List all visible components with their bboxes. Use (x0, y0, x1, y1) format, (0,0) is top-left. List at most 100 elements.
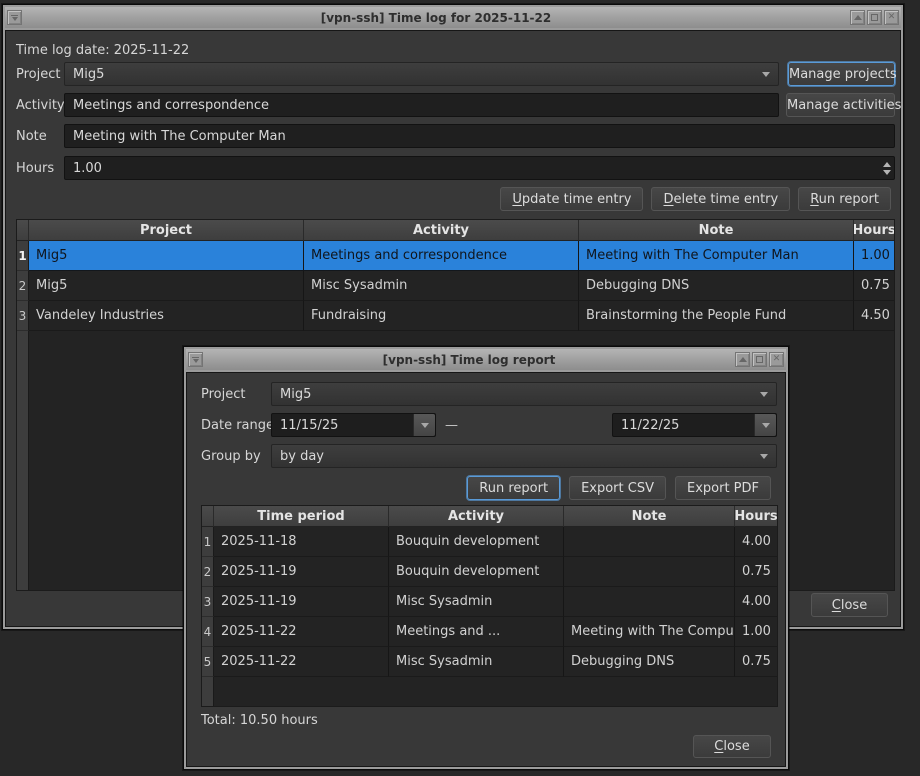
header-project[interactable]: Project (29, 220, 304, 241)
cell-activity[interactable]: Bouquin development (389, 557, 564, 587)
header-activity[interactable]: Activity (389, 506, 564, 527)
table-row[interactable]: 2 Mig5 Misc Sysadmin Debugging DNS 0.75 (17, 271, 894, 301)
shade-icon[interactable] (735, 352, 750, 367)
cell-activity[interactable]: Fundraising (304, 301, 579, 331)
maximize-icon[interactable] (867, 10, 882, 25)
date-range-separator: — (445, 418, 458, 433)
header-activity[interactable]: Activity (304, 220, 579, 241)
cell-project[interactable]: Mig5 (29, 271, 304, 301)
row-number[interactable]: 4 (202, 617, 214, 647)
cell-hours[interactable]: 1.00 (735, 617, 777, 647)
main-close-button[interactable]: Close (811, 593, 888, 617)
close-icon[interactable]: ✕ (769, 352, 784, 367)
cell-note[interactable] (564, 587, 735, 617)
dialog-titlebar: [vpn-ssh] Time log report ✕ (186, 349, 786, 370)
cell-project[interactable]: Mig5 (29, 241, 304, 271)
chevron-down-icon (760, 392, 768, 397)
row-number[interactable]: 1 (202, 527, 214, 557)
cell-hours[interactable]: 4.00 (735, 527, 777, 557)
date-to-dropdown-button[interactable] (754, 414, 776, 436)
row-number[interactable]: 5 (202, 647, 214, 677)
cell-hours[interactable]: 0.75 (854, 271, 894, 301)
header-hours[interactable]: Hours (854, 220, 894, 241)
row-number[interactable]: 3 (202, 587, 214, 617)
dialog-title: [vpn-ssh] Time log report (205, 353, 733, 367)
cell-activity[interactable]: Meetings and ... (389, 617, 564, 647)
date-from-dropdown-button[interactable] (413, 414, 435, 436)
report-table-row[interactable]: 5 2025-11-22 Misc Sysadmin Debugging DNS… (202, 647, 777, 677)
shade-icon[interactable] (850, 10, 865, 25)
activity-label: Activity (16, 98, 65, 113)
cell-note[interactable]: Debugging DNS (564, 647, 735, 677)
activity-input[interactable] (64, 93, 779, 117)
row-number[interactable]: 3 (17, 301, 29, 331)
cell-time-period[interactable]: 2025-11-18 (214, 527, 389, 557)
report-project-combobox[interactable]: Mig5 (271, 382, 777, 406)
cell-note[interactable]: Meeting with The Computer Man (579, 241, 854, 271)
table-row[interactable]: 3 Vandeley Industries Fundraising Brains… (17, 301, 894, 331)
group-by-label: Group by (201, 449, 261, 464)
total-hours-label: Total: 10.50 hours (201, 713, 318, 728)
report-table-row[interactable]: 1 2025-11-18 Bouquin development 4.00 (202, 527, 777, 557)
cell-activity[interactable]: Misc Sysadmin (389, 587, 564, 617)
cell-time-period[interactable]: 2025-11-19 (214, 557, 389, 587)
run-report-button[interactable]: Run report (798, 187, 891, 211)
manage-activities-button[interactable]: Manage activities (786, 93, 895, 117)
cell-project[interactable]: Vandeley Industries (29, 301, 304, 331)
header-note[interactable]: Note (564, 506, 735, 527)
hours-input[interactable] (64, 156, 895, 180)
cell-note[interactable] (564, 527, 735, 557)
row-number[interactable]: 2 (202, 557, 214, 587)
time-log-date-label: Time log date: 2025-11-22 (16, 43, 189, 58)
cell-activity[interactable]: Misc Sysadmin (304, 271, 579, 301)
maximize-icon[interactable] (752, 352, 767, 367)
cell-time-period[interactable]: 2025-11-19 (214, 587, 389, 617)
cell-note[interactable]: Brainstorming the People Fund (579, 301, 854, 331)
spin-up-icon[interactable] (883, 162, 891, 167)
dialog-action-buttons: Run report Export CSV Export PDF (467, 476, 771, 500)
cell-hours[interactable]: 4.00 (735, 587, 777, 617)
report-project-label: Project (201, 387, 245, 402)
table-row[interactable]: 1 Mig5 Meetings and correspondence Meeti… (17, 241, 894, 271)
cell-activity[interactable]: Misc Sysadmin (389, 647, 564, 677)
project-combobox[interactable]: Mig5 (64, 62, 779, 86)
header-hours[interactable]: Hours (735, 506, 777, 527)
main-action-buttons: Update time entry Delete time entry Run … (500, 187, 891, 211)
row-number[interactable]: 2 (17, 271, 29, 301)
cell-hours[interactable]: 1.00 (854, 241, 894, 271)
window-menu-icon[interactable] (188, 352, 203, 367)
group-by-combobox[interactable]: by day (271, 444, 777, 468)
report-table-row[interactable]: 3 2025-11-19 Misc Sysadmin 4.00 (202, 587, 777, 617)
row-number[interactable]: 1 (17, 241, 29, 271)
cell-hours[interactable]: 0.75 (735, 557, 777, 587)
report-results-table: Time period Activity Note Hours 1 2025-1… (201, 505, 778, 707)
cell-activity[interactable]: Meetings and correspondence (304, 241, 579, 271)
close-icon[interactable]: ✕ (884, 10, 899, 25)
delete-time-entry-button[interactable]: Delete time entry (651, 187, 790, 211)
date-to-field[interactable]: 11/22/25 (612, 413, 777, 437)
report-table-row[interactable]: 2 2025-11-19 Bouquin development 0.75 (202, 557, 777, 587)
dialog-close-button[interactable]: Close (693, 735, 771, 758)
cell-note[interactable] (564, 557, 735, 587)
cell-hours[interactable]: 0.75 (735, 647, 777, 677)
date-from-field[interactable]: 11/15/25 (271, 413, 436, 437)
update-time-entry-button[interactable]: Update time entry (500, 187, 643, 211)
cell-activity[interactable]: Bouquin development (389, 527, 564, 557)
header-time-period[interactable]: Time period (214, 506, 389, 527)
header-note[interactable]: Note (579, 220, 854, 241)
note-input[interactable] (64, 124, 895, 148)
spin-down-icon[interactable] (883, 170, 891, 175)
cell-time-period[interactable]: 2025-11-22 (214, 647, 389, 677)
cell-time-period[interactable]: 2025-11-22 (214, 617, 389, 647)
cell-hours[interactable]: 4.50 (854, 301, 894, 331)
cell-note[interactable]: Debugging DNS (579, 271, 854, 301)
manage-projects-button[interactable]: Manage projects (788, 62, 895, 86)
hours-spinbox[interactable] (64, 156, 895, 180)
cell-note[interactable]: Meeting with The Computer... (564, 617, 735, 647)
dialog-run-report-button[interactable]: Run report (467, 476, 560, 500)
export-csv-button[interactable]: Export CSV (569, 476, 666, 500)
window-menu-icon[interactable] (7, 10, 22, 25)
report-table-row[interactable]: 4 2025-11-22 Meetings and ... Meeting wi… (202, 617, 777, 647)
table-empty-area (202, 677, 777, 706)
export-pdf-button[interactable]: Export PDF (675, 476, 771, 500)
